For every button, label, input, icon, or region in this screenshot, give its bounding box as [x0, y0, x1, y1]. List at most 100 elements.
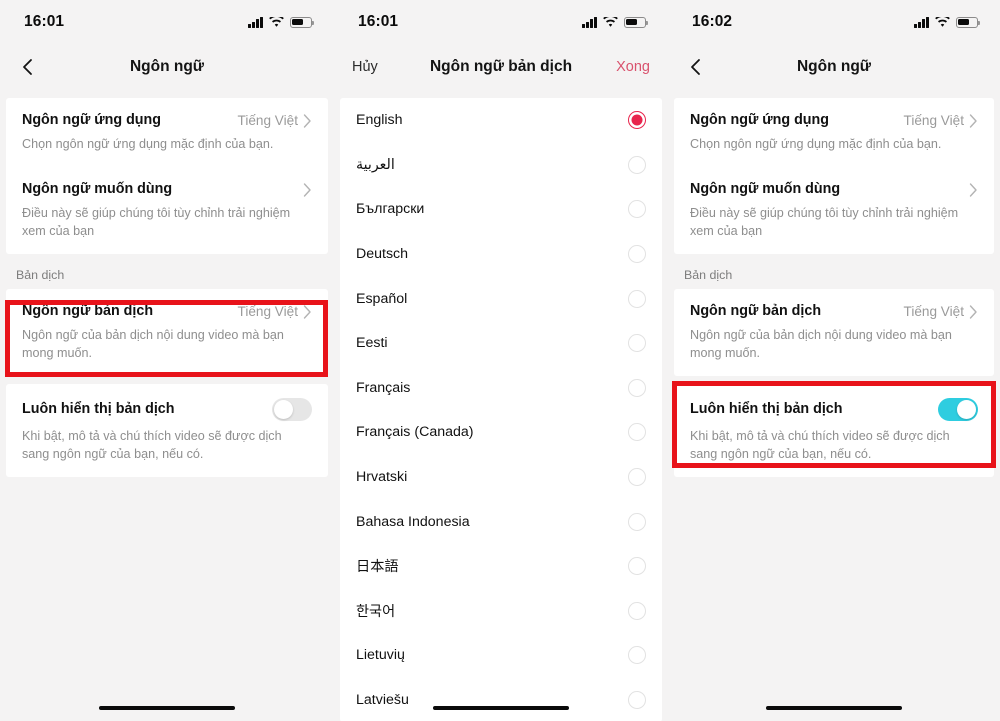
language-list-item[interactable]: العربية	[356, 143, 646, 188]
radio-button-selected[interactable]	[628, 111, 646, 130]
row-title: Ngôn ngữ bản dịch	[22, 302, 154, 319]
chevron-right-icon	[303, 304, 311, 319]
nav-bar: Ngôn ngữ	[0, 44, 334, 90]
chevron-left-icon[interactable]	[686, 57, 706, 77]
chevron-left-icon[interactable]	[18, 57, 38, 77]
radio-button[interactable]	[628, 378, 646, 397]
status-clock: 16:01	[358, 13, 399, 30]
done-button[interactable]: Xong	[616, 59, 650, 75]
language-name: Latviešu	[356, 692, 409, 709]
radio-button[interactable]	[628, 334, 646, 353]
language-list: English العربية Български Deutsch Español Ees…	[340, 98, 662, 721]
always-show-translation-toggle[interactable]	[272, 397, 312, 421]
language-name: Bahasa Indonesia	[356, 513, 470, 530]
language-list-item[interactable]: Eesti	[356, 321, 646, 366]
language-list-item[interactable]: 日本語	[356, 544, 646, 589]
row-description: Chọn ngôn ngữ ứng dụng mặc định của bạn.	[22, 137, 274, 152]
nav-bar: Hủy Ngôn ngữ bản dịch Xong	[334, 44, 668, 90]
section-label-translation: Bản dịch	[16, 267, 65, 282]
row-description: Ngôn ngữ của bản dịch nội dung video mà …	[22, 328, 284, 360]
radio-button[interactable]	[628, 200, 646, 219]
row-description: Điều này sẽ giúp chúng tôi tùy chỉnh trả…	[22, 206, 291, 239]
row-preferred-language[interactable]: Ngôn ngữ muốn dùng Điều này sẽ giúp chún…	[674, 167, 994, 254]
row-always-show-translation[interactable]: Luôn hiển thị bản dịch Khi bật, mô tả và…	[6, 384, 328, 477]
language-list-item[interactable]: Lietuvių	[356, 633, 646, 678]
page-title: Ngôn ngữ	[796, 58, 872, 75]
row-translation-language[interactable]: Ngôn ngữ bản dịch Tiếng Việt Ngôn ngữ củ…	[6, 289, 328, 376]
row-app-language[interactable]: Ngôn ngữ ứng dụng Tiếng Việt Chọn ngôn n…	[6, 98, 328, 167]
row-description: Khi bật, mô tả và chú thích video sẽ đượ…	[690, 428, 950, 461]
row-value: Tiếng Việt	[903, 113, 964, 129]
radio-button[interactable]	[628, 245, 646, 264]
language-list-item[interactable]: Deutsch	[356, 232, 646, 277]
row-always-show-translation[interactable]: Luôn hiển thị bản dịch Khi bật, mô tả và…	[674, 384, 994, 477]
language-list-item[interactable]: Français	[356, 366, 646, 411]
always-show-translation-toggle[interactable]	[938, 397, 978, 421]
wifi-icon	[603, 16, 618, 27]
status-bar: 16:01	[334, 0, 668, 44]
status-indicators	[914, 16, 981, 28]
language-name: 日本語	[356, 559, 399, 576]
language-name: العربية	[356, 156, 395, 173]
row-translation-language[interactable]: Ngôn ngữ bản dịch Tiếng Việt Ngôn ngữ củ…	[674, 289, 994, 376]
wifi-icon	[269, 16, 284, 27]
language-name: Eesti	[356, 335, 388, 352]
app-language-card: Ngôn ngữ ứng dụng Tiếng Việt Chọn ngôn n…	[6, 98, 328, 254]
language-list-item[interactable]: Latviešu	[356, 678, 646, 721]
language-list-item[interactable]: Español	[356, 276, 646, 321]
home-indicator	[433, 705, 569, 710]
translation-language-card: Ngôn ngữ bản dịch Tiếng Việt Ngôn ngữ củ…	[6, 288, 328, 376]
toggle-knob	[957, 399, 976, 419]
settings-content: Ngôn ngữ ứng dụng Tiếng Việt Chọn ngôn n…	[0, 90, 334, 477]
language-list-item[interactable]: Bahasa Indonesia	[356, 499, 646, 544]
language-list-item[interactable]: Français (Canada)	[356, 410, 646, 455]
language-list-item[interactable]: 한국어	[356, 589, 646, 634]
row-preferred-language[interactable]: Ngôn ngữ muốn dùng Điều này sẽ giúp chún…	[6, 167, 328, 254]
language-list-item[interactable]: English	[356, 98, 646, 143]
row-value: Tiếng Việt	[237, 113, 298, 129]
radio-button[interactable]	[628, 646, 646, 665]
phone-screen-translation-language-picker: 16:01 Hủy Ngôn ngữ bản dịch Xong English…	[334, 0, 668, 721]
language-name: Français	[356, 379, 411, 396]
row-value: Tiếng Việt	[237, 304, 298, 320]
row-app-language[interactable]: Ngôn ngữ ứng dụng Tiếng Việt Chọn ngôn n…	[674, 98, 994, 167]
radio-button[interactable]	[628, 557, 646, 576]
row-title: Ngôn ngữ muốn dùng	[690, 181, 841, 198]
language-name: English	[356, 112, 403, 129]
language-name: Deutsch	[356, 246, 409, 263]
status-bar: 16:02	[668, 0, 1000, 44]
home-indicator	[766, 705, 902, 710]
language-name: Français (Canada)	[356, 424, 474, 441]
chevron-right-icon	[969, 182, 977, 197]
translation-language-card: Ngôn ngữ bản dịch Tiếng Việt Ngôn ngữ củ…	[674, 288, 994, 376]
radio-button[interactable]	[628, 512, 646, 531]
radio-button[interactable]	[628, 289, 646, 308]
wifi-icon	[935, 16, 950, 27]
row-title: Ngôn ngữ bản dịch	[690, 302, 822, 319]
radio-button[interactable]	[628, 468, 646, 487]
status-clock: 16:02	[692, 13, 733, 30]
row-description: Điều này sẽ giúp chúng tôi tùy chỉnh trả…	[690, 206, 959, 239]
language-list-item[interactable]: Hrvatski	[356, 455, 646, 500]
settings-content: Ngôn ngữ ứng dụng Tiếng Việt Chọn ngôn n…	[668, 90, 1000, 477]
cellular-signal-icon	[914, 16, 929, 28]
app-language-card: Ngôn ngữ ứng dụng Tiếng Việt Chọn ngôn n…	[674, 98, 994, 254]
battery-icon	[624, 16, 649, 28]
toggle-knob	[274, 399, 293, 419]
section-label-translation: Bản dịch	[684, 267, 733, 282]
radio-button[interactable]	[628, 601, 646, 620]
language-list-item[interactable]: Български	[356, 187, 646, 232]
battery-icon	[956, 16, 981, 28]
radio-button[interactable]	[628, 423, 646, 442]
radio-button[interactable]	[628, 691, 646, 710]
radio-button[interactable]	[628, 155, 646, 174]
chevron-right-icon	[303, 113, 311, 128]
language-name: 한국어	[356, 603, 396, 620]
status-indicators	[248, 16, 315, 28]
chevron-right-icon	[969, 304, 977, 319]
row-title: Luôn hiển thị bản dịch	[22, 400, 175, 417]
row-title: Ngôn ngữ muốn dùng	[22, 181, 173, 198]
row-title: Luôn hiển thị bản dịch	[690, 400, 843, 417]
language-name: Español	[356, 290, 408, 307]
cancel-button[interactable]: Hủy	[352, 59, 378, 75]
